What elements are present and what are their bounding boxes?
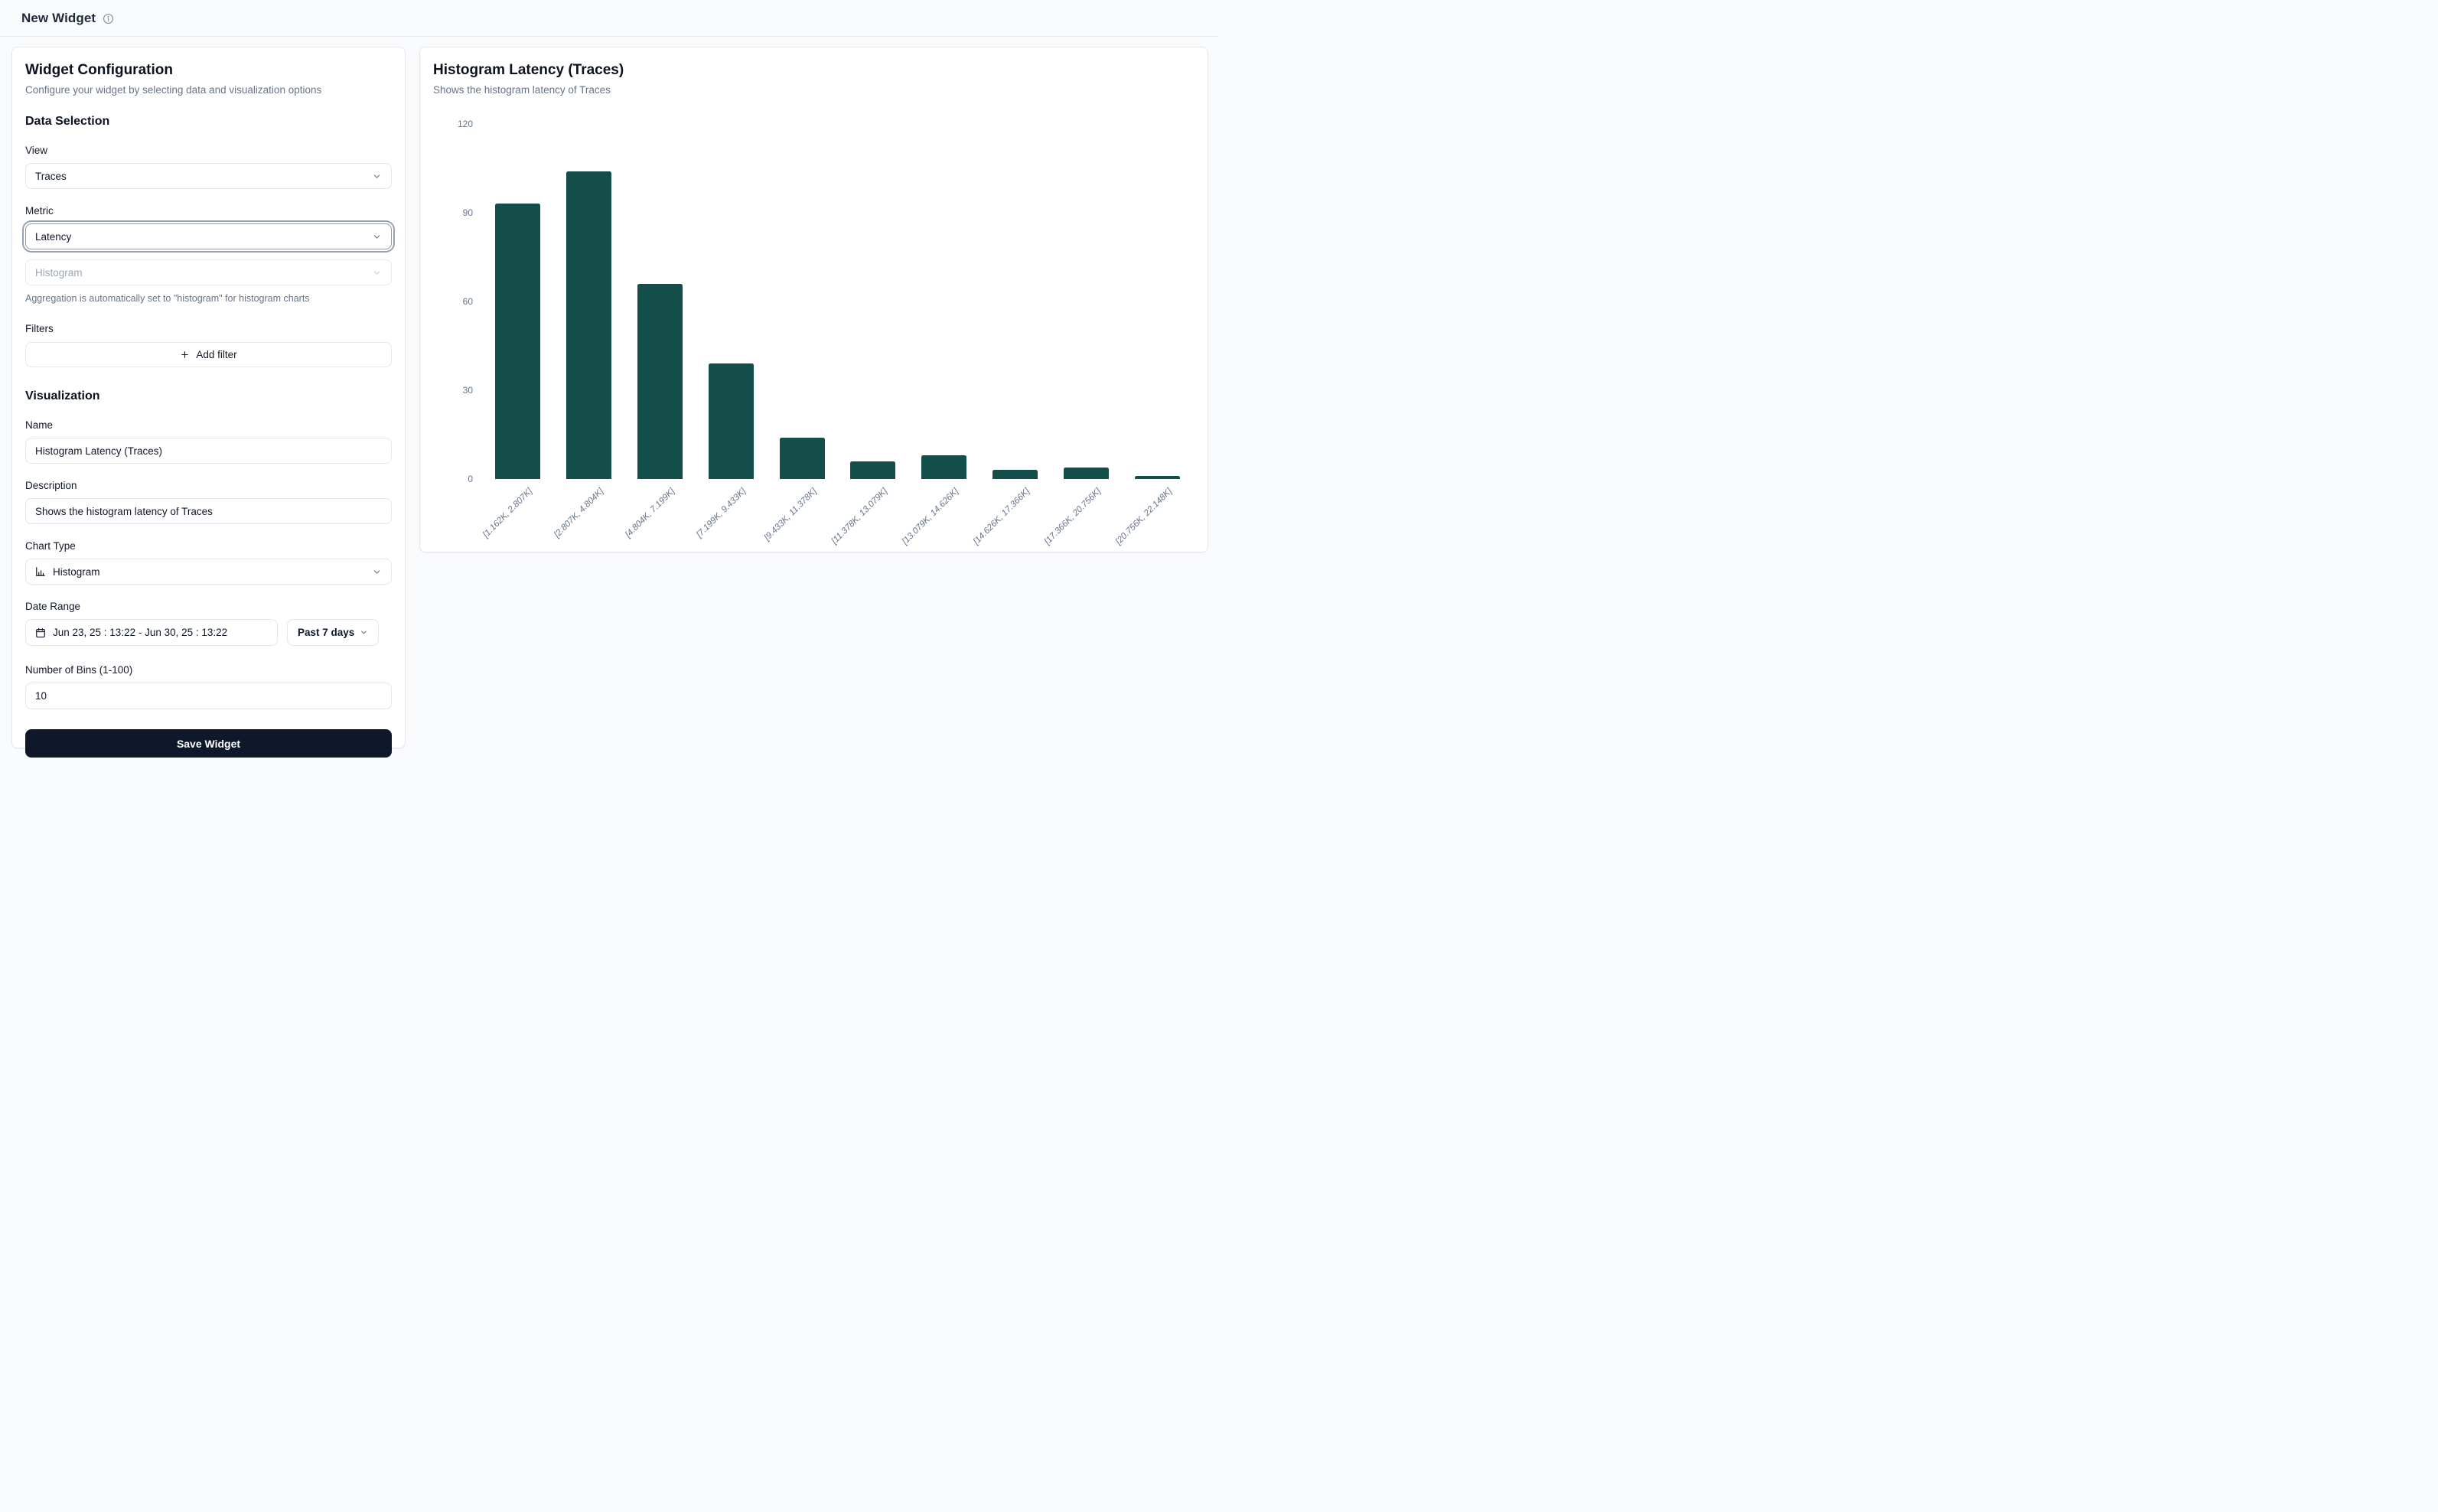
metric-select-value: Latency <box>35 231 372 243</box>
date-preset-button[interactable]: Past 7 days <box>287 619 379 646</box>
x-axis-bin-label: [13.079K, 14.626K] <box>901 487 960 546</box>
y-axis-tick-label: 30 <box>463 386 473 395</box>
metric-label: Metric <box>25 205 392 217</box>
date-range-button[interactable]: Jun 23, 25 : 13:22 - Jun 30, 25 : 13:22 <box>25 619 278 646</box>
histogram-bar[interactable] <box>709 363 754 479</box>
save-widget-button[interactable]: Save Widget <box>25 729 392 758</box>
config-panel-title: Widget Configuration <box>25 62 392 79</box>
histogram-bar[interactable] <box>850 461 895 479</box>
bar-slot: [1.162K, 2.807K] <box>490 124 546 479</box>
bar-slot: [9.433K, 11.378K] <box>774 124 830 479</box>
date-preset-value: Past 7 days <box>298 627 354 638</box>
name-label: Name <box>25 419 392 431</box>
bar-slot: [14.626K, 17.366K] <box>987 124 1044 479</box>
chevron-down-icon <box>372 268 382 278</box>
widget-configuration-panel: Widget Configuration Configure your widg… <box>11 47 406 748</box>
bar-slot: [4.804K, 7.199K] <box>632 124 689 479</box>
date-range-label: Date Range <box>25 601 392 612</box>
info-icon[interactable] <box>103 13 114 24</box>
plus-icon <box>180 350 190 360</box>
view-label: View <box>25 145 392 156</box>
bar-slot: [20.756K, 22.148K] <box>1129 124 1185 479</box>
aggregation-select-value: Histogram <box>35 267 372 279</box>
histogram-bar[interactable] <box>1064 468 1109 479</box>
chart-type-value: Histogram <box>53 566 372 578</box>
y-axis-tick-label: 0 <box>468 474 473 484</box>
bar-slot: [13.079K, 14.626K] <box>916 124 973 479</box>
bar-slot: [2.807K, 4.804K] <box>561 124 618 479</box>
x-axis-bin-label: [11.378K, 13.079K] <box>830 487 890 546</box>
page-header: New Widget <box>0 0 1219 37</box>
x-axis-bin-label: [20.756K, 22.148K] <box>1113 487 1173 546</box>
histogram-bar[interactable] <box>566 171 611 479</box>
aggregation-helper-text: Aggregation is automatically set to "his… <box>25 293 392 304</box>
bins-label: Number of Bins (1-100) <box>25 664 392 676</box>
y-axis-tick-label: 120 <box>458 119 473 129</box>
visualization-heading: Visualization <box>25 389 392 403</box>
chart-type-label: Chart Type <box>25 540 392 552</box>
chevron-down-icon <box>360 628 368 637</box>
data-selection-heading: Data Selection <box>25 115 392 129</box>
chart-subtitle: Shows the histogram latency of Traces <box>433 84 1195 96</box>
histogram-bar[interactable] <box>921 455 966 479</box>
view-select-value: Traces <box>35 171 372 182</box>
histogram-bar[interactable] <box>992 470 1038 479</box>
x-axis-bin-label: [2.807K, 4.804K] <box>552 487 605 539</box>
metric-select[interactable]: Latency <box>25 223 392 249</box>
x-axis-bin-label: [4.804K, 7.199K] <box>624 487 676 539</box>
date-range-value: Jun 23, 25 : 13:22 - Jun 30, 25 : 13:22 <box>53 627 227 638</box>
histogram-bar[interactable] <box>1135 476 1180 479</box>
chart-plot: [1.162K, 2.807K] [2.807K, 4.804K][4.804K,… <box>490 124 1185 479</box>
histogram-bar[interactable] <box>495 204 540 479</box>
filters-label: Filters <box>25 323 392 334</box>
y-axis-tick-label: 90 <box>463 208 473 217</box>
x-axis-bin-label: [9.433K, 11.378K] <box>763 487 819 543</box>
bar-slot: [17.366K, 20.756K] <box>1058 124 1114 479</box>
aggregation-select: Histogram <box>25 259 392 285</box>
chevron-down-icon <box>372 232 382 242</box>
page-title: New Widget <box>21 11 96 26</box>
chevron-down-icon <box>372 567 382 577</box>
bar-slot: [7.199K, 9.433K] <box>702 124 759 479</box>
x-axis-bin-label: [7.199K, 9.433K] <box>695 487 748 539</box>
bar-slot: [11.378K, 13.079K] <box>845 124 901 479</box>
histogram-bar[interactable] <box>637 284 683 479</box>
x-axis-bin-label: [17.366K, 20.756K] <box>1043 487 1103 546</box>
histogram-chart-icon <box>35 566 46 577</box>
chart-bars: [1.162K, 2.807K] [2.807K, 4.804K][4.804K,… <box>490 124 1185 479</box>
calendar-icon <box>35 627 46 638</box>
x-axis-bin-label: [14.626K, 17.366K] <box>972 487 1032 546</box>
y-axis-tick-label: 60 <box>463 297 473 306</box>
description-input[interactable] <box>25 498 392 524</box>
date-range-row: Jun 23, 25 : 13:22 - Jun 30, 25 : 13:22 … <box>25 619 392 646</box>
chevron-down-icon <box>372 171 382 181</box>
add-filter-button[interactable]: Add filter <box>25 342 392 367</box>
description-label: Description <box>25 480 392 491</box>
view-select[interactable]: Traces <box>25 163 392 189</box>
config-panel-subtitle: Configure your widget by selecting data … <box>25 84 392 96</box>
histogram-bar[interactable] <box>780 438 825 479</box>
bins-input[interactable] <box>25 683 392 709</box>
x-axis-bin-label: [1.162K, 2.807K] <box>481 487 534 539</box>
chart-preview-panel: Histogram Latency (Traces) Shows the his… <box>419 47 1208 552</box>
chart-title: Histogram Latency (Traces) <box>433 62 1195 79</box>
chart-type-select[interactable]: Histogram <box>25 559 392 585</box>
name-input[interactable] <box>25 438 392 464</box>
add-filter-label: Add filter <box>196 349 236 360</box>
